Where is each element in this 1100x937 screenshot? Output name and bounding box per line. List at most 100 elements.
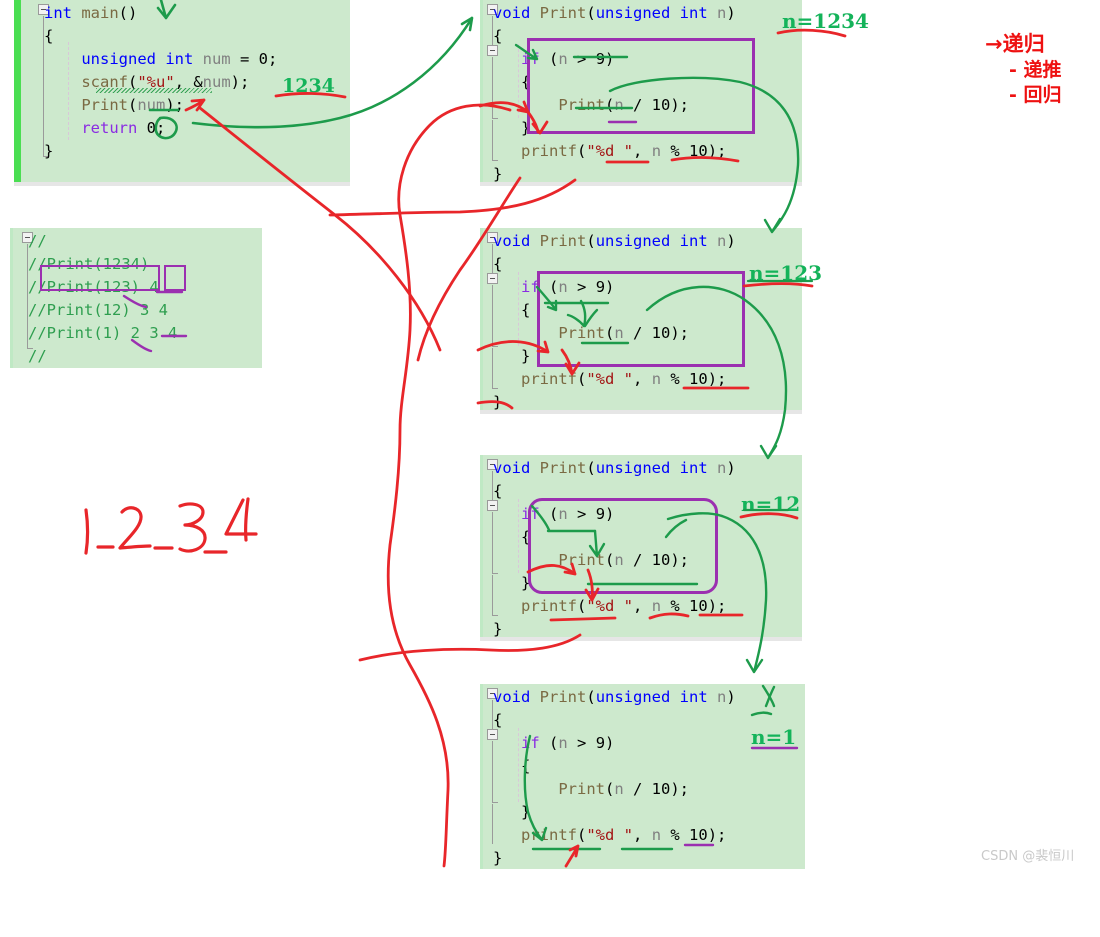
code-line: { (493, 299, 530, 322)
code-line: { (493, 71, 530, 94)
n-label-1: n=1 (751, 725, 797, 749)
block-bottom-edge (480, 410, 802, 414)
code-token: n (717, 232, 727, 250)
code-token: 10 (689, 826, 708, 844)
change-bar (480, 0, 483, 186)
code-line: printf("%d ", n % 10); (493, 824, 726, 847)
code-token: n (651, 826, 662, 844)
code-token: { (44, 27, 54, 45)
code-token: unsigned int (595, 688, 718, 706)
code-line: int main() (44, 2, 137, 25)
code-token: return (44, 119, 147, 137)
highlight-box-print123 (40, 265, 160, 291)
code-line: printf("%d ", n % 10); (493, 368, 726, 391)
code-line: Print(num); (44, 94, 184, 117)
code-line: unsigned int num = 0; (44, 48, 277, 71)
code-token: Print (539, 232, 587, 250)
code-line: { (493, 755, 530, 778)
code-token: ); (707, 142, 727, 160)
code-token: % (661, 370, 690, 388)
code-token: } (493, 165, 503, 183)
code-token: n (558, 734, 568, 752)
block-bottom-edge (480, 637, 802, 641)
code-token: unsigned int (44, 50, 203, 68)
code-token: ); (707, 826, 727, 844)
code-token: "%d " (586, 142, 634, 160)
code-token: } (493, 393, 503, 411)
code-token: printf (493, 826, 577, 844)
code-token: ); (670, 780, 690, 798)
code-token: void (493, 459, 540, 477)
code-token: } (493, 849, 503, 867)
code-line: printf("%d ", n % 10); (493, 140, 726, 163)
handwritten-sequence (84, 497, 258, 555)
code-token: ) (726, 459, 736, 477)
code-token: { (493, 528, 531, 546)
code-token: % (661, 142, 690, 160)
code-line: if (n > 9) (493, 732, 614, 755)
code-token: ) (726, 688, 736, 706)
code-token: n (651, 370, 662, 388)
code-token: 0 (258, 50, 268, 68)
code-token: 10 (689, 597, 708, 615)
code-line: { (493, 25, 502, 48)
input-value-annotation: 1234 (282, 75, 335, 97)
code-token: n (717, 4, 727, 22)
n-label-123: n=123 (749, 261, 823, 285)
code-token: } (493, 803, 531, 821)
code-token: "%d " (586, 826, 634, 844)
code-token: ) (605, 734, 615, 752)
code-token: num (137, 96, 166, 114)
code-line: Print(n / 10); (493, 778, 689, 801)
code-token: ); (165, 96, 185, 114)
code-token: ( (577, 370, 587, 388)
block-bottom-edge (14, 182, 350, 186)
code-token: n (651, 142, 662, 160)
code-token: Print (493, 780, 605, 798)
code-token: } (493, 574, 531, 592)
code-token: , (633, 597, 652, 615)
code-token: ) (726, 4, 736, 22)
screenshot-canvas: int main(){ unsigned int num = 0; scanf(… (0, 0, 1100, 869)
code-token: ( (604, 780, 615, 798)
code-token: ); (707, 597, 727, 615)
code-token: void (493, 232, 540, 250)
change-bar (480, 684, 483, 869)
code-token: ) (726, 232, 736, 250)
code-token: printf (493, 142, 577, 160)
code-token: { (493, 255, 503, 273)
n-label-1234: n=1234 (782, 9, 869, 33)
code-token: printf (493, 370, 577, 388)
code-line: { (493, 709, 502, 732)
code-block-trace-comment: ////Print(1234)//Print(123) 4//Print(12)… (10, 228, 262, 368)
code-line: void Print(unsigned int n) (493, 230, 736, 253)
code-token: int (44, 4, 82, 22)
code-line: return 0; (44, 117, 165, 140)
code-line: } (44, 140, 53, 163)
code-token: { (493, 73, 531, 91)
code-token: % (661, 826, 690, 844)
code-token: main (81, 4, 119, 22)
code-token: ( (586, 232, 596, 250)
code-token: Print (539, 688, 587, 706)
code-token: ( (577, 142, 587, 160)
code-token: Print (539, 4, 587, 22)
code-line: } (493, 801, 530, 824)
code-token: { (493, 27, 503, 45)
comment-line: //Print(12) 3 4 (28, 301, 168, 319)
chinese-recursion-title: →递归 (985, 32, 1045, 56)
code-token: { (493, 757, 531, 775)
code-line: { (44, 25, 53, 48)
code-token: 10 (689, 370, 708, 388)
code-token: { (493, 711, 503, 729)
code-token: , (633, 370, 652, 388)
code-token: ; (267, 50, 278, 68)
code-token: ; (156, 119, 166, 137)
code-token: printf (493, 597, 577, 615)
code-token: % (661, 597, 690, 615)
code-token: "%d " (586, 370, 634, 388)
comment-line: //Print(1) 2 3 4 (28, 324, 178, 342)
code-token: , (633, 826, 652, 844)
code-token: ); (230, 73, 250, 91)
code-token: if (493, 734, 549, 752)
